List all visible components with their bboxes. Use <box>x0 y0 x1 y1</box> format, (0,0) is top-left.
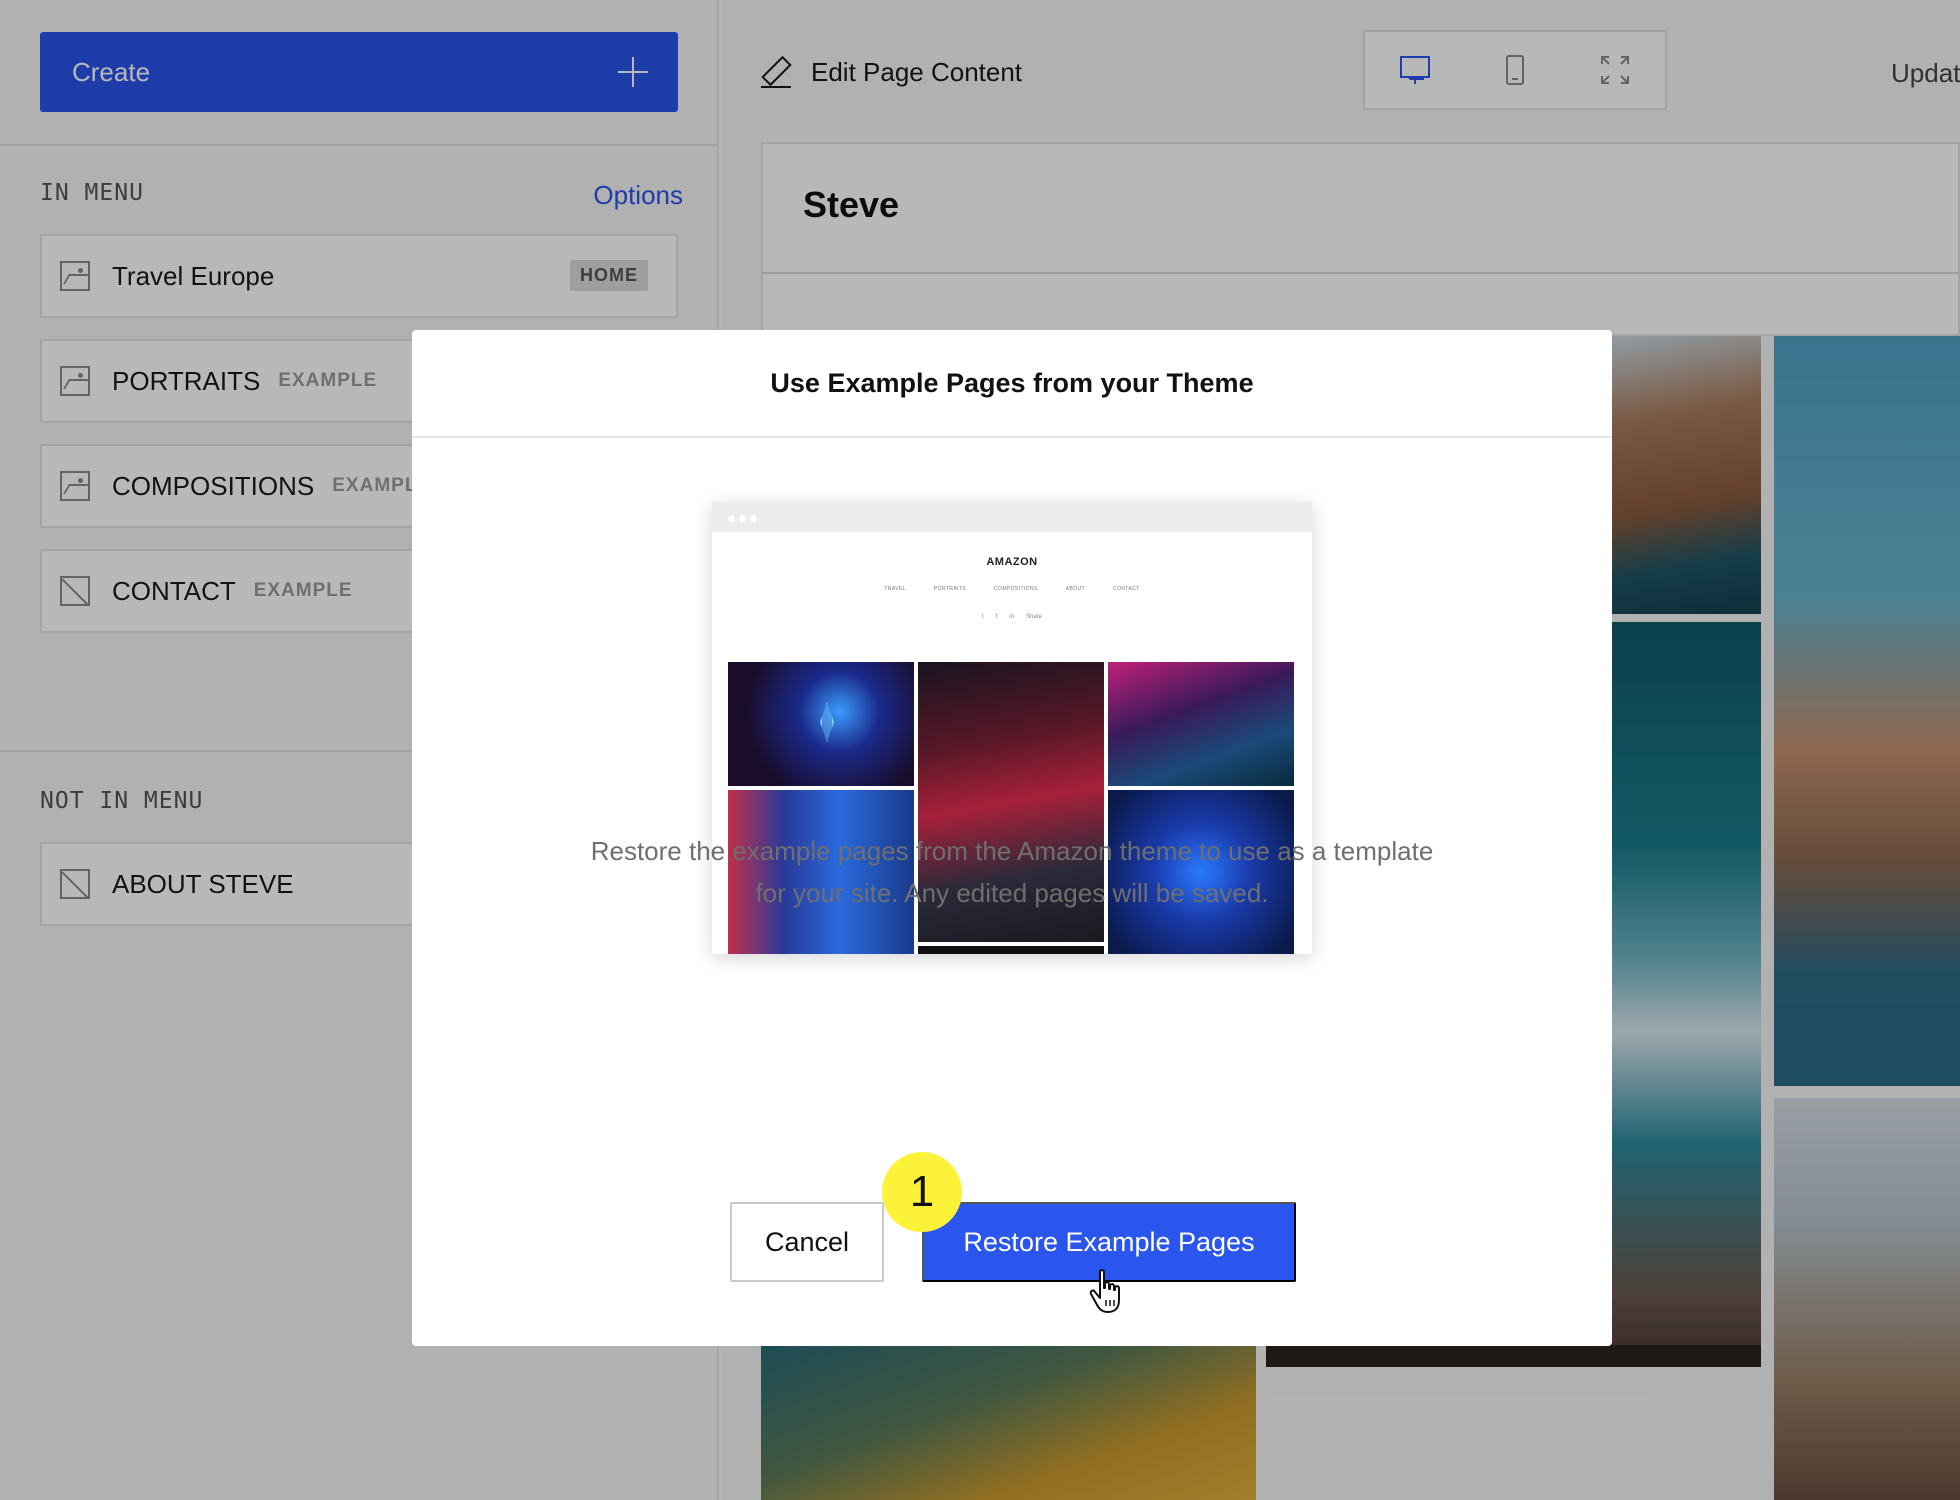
preview-nav-item: CONTACT <box>1112 586 1140 592</box>
description-line: Restore the example pages from the Amazo… <box>590 836 1434 866</box>
preview-brand: AMAZON <box>986 556 1038 568</box>
browser-bar <box>712 502 1312 532</box>
preview-nav-item: ABOUT <box>1065 586 1085 592</box>
app-root: Create IN MENU Options Travel Europe HOM… <box>0 0 1960 1500</box>
preview-nav: TRAVEL PORTRAITS COMPOSITIONS ABOUT CONT… <box>712 586 1312 592</box>
description-line: for your site. Any edited pages will be … <box>755 878 1269 908</box>
preview-social-item: Share <box>1026 614 1043 620</box>
preview-social: t f in Share <box>712 614 1312 620</box>
preview-tile <box>728 662 914 786</box>
cancel-button[interactable]: Cancel <box>730 1202 884 1282</box>
preview-tile <box>1108 662 1294 786</box>
restore-example-pages-dialog: Use Example Pages from your Theme AMAZON… <box>412 330 1612 1346</box>
preview-social-item: in <box>1009 614 1014 620</box>
preview-nav-item: COMPOSITIONS <box>994 586 1038 592</box>
preview-nav-item: PORTRAITS <box>933 586 967 592</box>
window-dot-icon <box>728 515 735 522</box>
step-number-badge: 1 <box>882 1152 962 1232</box>
preview-tile <box>918 946 1104 954</box>
hand-cursor-icon <box>1089 1269 1120 1313</box>
preview-social-item: f <box>995 614 998 620</box>
dialog-description: Restore the example pages from the Amazo… <box>492 830 1532 914</box>
preview-social-item: t <box>981 614 984 620</box>
dialog-title: Use Example Pages from your Theme <box>412 330 1612 438</box>
preview-nav-item: TRAVEL <box>884 586 906 592</box>
window-dot-icon <box>739 515 746 522</box>
window-dot-icon <box>750 515 757 522</box>
